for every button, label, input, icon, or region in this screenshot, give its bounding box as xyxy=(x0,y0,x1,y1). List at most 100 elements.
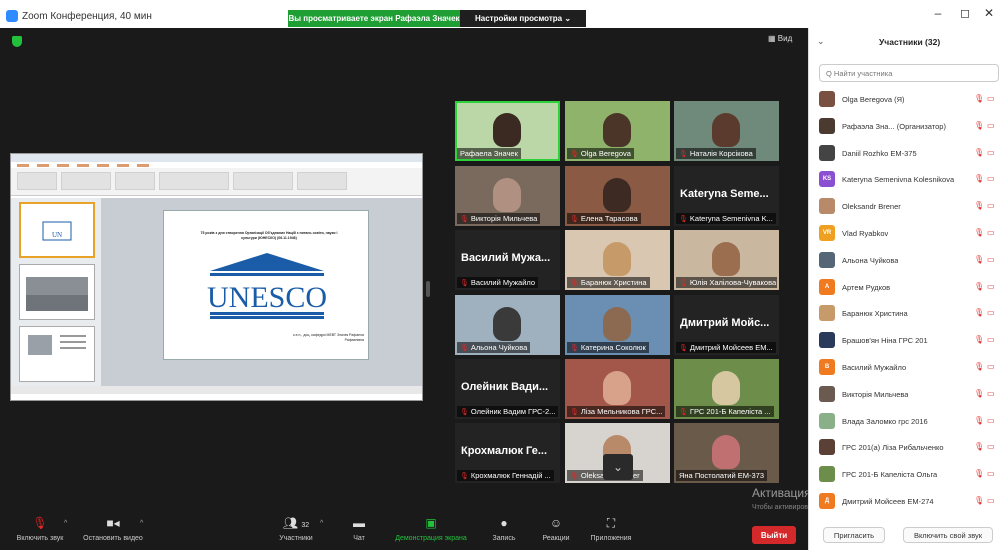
camera-off-icon[interactable]: ▭ xyxy=(987,255,995,264)
camera-off-icon[interactable]: ▭ xyxy=(987,389,995,398)
audio-options-caret-icon[interactable]: ^ xyxy=(64,520,67,527)
video-tile[interactable]: 🎙︎ Olga Beregova xyxy=(565,101,670,161)
participant-row[interactable]: Влада Заломко грс 2016 🎙︎ ▭ xyxy=(809,408,999,435)
participant-row[interactable]: Olga Beregova (Я) 🎙︎ ▭ xyxy=(809,86,999,113)
mic-muted-icon[interactable]: 🎙︎ xyxy=(974,416,984,425)
camera-off-icon[interactable]: ▭ xyxy=(987,469,995,478)
video-tile[interactable]: Олейник Вади... 🎙︎ Олейник Вадим ГРС-2... xyxy=(455,359,560,419)
participant-row[interactable]: Рафаэла Зна... (Организатор) 🎙︎ ▭ xyxy=(809,113,999,140)
collapse-panel-icon[interactable]: ⌄ xyxy=(817,36,825,47)
mic-muted-icon[interactable]: 🎙︎ xyxy=(974,94,984,103)
mic-muted-icon[interactable]: 🎙︎ xyxy=(974,308,984,317)
view-options-button[interactable]: Настройки просмотра ⌄ xyxy=(460,10,586,27)
video-tile[interactable]: 🎙︎ Наталія Корсікова xyxy=(674,101,779,161)
video-tile[interactable]: 🎙︎ Викторія Мильчева xyxy=(455,166,560,226)
video-tile[interactable]: 🎙︎ Катерина Соколюк xyxy=(565,295,670,355)
participant-row[interactable]: Баранюк Христина 🎙︎ ▭ xyxy=(809,300,999,327)
camera-off-icon[interactable]: ▭ xyxy=(987,335,995,344)
participant-video-face xyxy=(493,178,521,212)
participant-row[interactable]: Брашов'ян Ніна ГРС 201 🎙︎ ▭ xyxy=(809,327,999,354)
video-tile[interactable]: 🎙︎ Альона Чуйкова xyxy=(455,295,560,355)
camera-off-icon[interactable]: ▭ xyxy=(987,362,995,371)
camera-off-icon[interactable]: ▭ xyxy=(987,201,995,210)
mic-muted-icon[interactable]: 🎙︎ xyxy=(974,121,984,130)
participant-row[interactable]: A Артем Рудков 🎙︎ ▭ xyxy=(809,274,999,301)
camera-off-icon[interactable]: ▭ xyxy=(987,442,995,451)
video-tile[interactable]: Дмитрий Мойс... 🎙︎ Дмитрий Мойсеев ЕМ... xyxy=(674,295,779,355)
slide-thumbnail[interactable]: UN xyxy=(19,202,95,258)
video-tile[interactable]: 🎙︎ Ліза Мельникова ГРС... xyxy=(565,359,670,419)
camera-off-icon[interactable]: ▭ xyxy=(987,228,995,237)
video-tile[interactable]: Kateryna Seme... 🎙︎ Kateryna Semenivna K..… xyxy=(674,166,779,226)
mic-muted-icon[interactable]: 🎙︎ xyxy=(974,389,984,398)
splitter-handle[interactable] xyxy=(426,281,430,297)
close-icon[interactable]: ✕ xyxy=(979,6,999,20)
camera-off-icon[interactable]: ▭ xyxy=(987,174,995,183)
video-tile[interactable]: Рафаела Значек xyxy=(455,101,560,161)
participants-options-caret-icon[interactable]: ^ xyxy=(320,520,323,527)
maximize-icon[interactable]: ◻ xyxy=(955,6,975,20)
camera-off-icon[interactable]: ▭ xyxy=(987,282,995,291)
chat-button[interactable]: ▬ Чат xyxy=(342,516,376,542)
chevron-down-icon[interactable]: ⌄ xyxy=(603,454,633,480)
invite-button[interactable]: Пригласить xyxy=(823,527,885,543)
participant-row[interactable]: В Василий Мужайло 🎙︎ ▭ xyxy=(809,354,999,381)
camera-off-icon[interactable]: ▭ xyxy=(987,416,995,425)
camera-off-icon[interactable]: ▭ xyxy=(987,121,995,130)
participant-row[interactable]: ГРС 201(а) Ліза Рибальченко 🎙︎ ▭ xyxy=(809,434,999,461)
participant-row[interactable]: KS Kateryna Semenivna Kolesnikova 🎙︎ ▭ xyxy=(809,166,999,193)
participant-name: Daniil Rozhko ЕМ-375 xyxy=(842,148,917,158)
mic-muted-icon[interactable]: 🎙︎ xyxy=(974,442,984,451)
participant-row[interactable]: Oleksandr Brener 🎙︎ ▭ xyxy=(809,193,999,220)
video-tile[interactable]: 🎙︎ Юлія Халілова-Чувакова xyxy=(674,230,779,290)
mic-muted-icon[interactable]: 🎙︎ xyxy=(974,201,984,210)
mic-muted-icon[interactable]: 🎙︎ xyxy=(974,255,984,264)
mic-muted-icon[interactable]: 🎙︎ xyxy=(974,496,984,505)
tile-display-name: Kateryna Seme... xyxy=(680,188,769,200)
participants-button[interactable]: 👥︎ 32 Участники xyxy=(268,516,324,542)
stop-video-button[interactable]: ■◂ Остановить видео xyxy=(78,516,148,542)
mic-muted-icon[interactable]: 🎙︎ xyxy=(974,174,984,183)
mic-muted-icon[interactable]: 🎙︎ xyxy=(974,469,984,478)
participant-row[interactable]: Д Дмитрий Мойсеев ЕМ-274 🎙︎ ▭ xyxy=(809,488,999,515)
record-button[interactable]: ● Запись xyxy=(484,516,524,542)
camera-off-icon[interactable]: ▭ xyxy=(987,94,995,103)
camera-off-icon[interactable]: ▭ xyxy=(987,496,995,505)
mic-muted-icon[interactable]: 🎙︎ xyxy=(974,282,984,291)
video-tile[interactable]: 🎙︎ Баранюк Христина xyxy=(565,230,670,290)
camera-off-icon[interactable]: ▭ xyxy=(987,308,995,317)
slide-thumbnail[interactable] xyxy=(19,264,95,320)
security-shield-icon[interactable] xyxy=(12,36,22,47)
share-screen-button[interactable]: ▣ Демонстрация экрана xyxy=(386,516,476,542)
participant-row[interactable]: Викторія Мильчева 🎙︎ ▭ xyxy=(809,381,999,408)
tile-name-label: 🎙︎ Викторія Мильчева xyxy=(457,213,541,224)
reactions-button[interactable]: ☺ Реакции xyxy=(536,516,576,542)
minimize-icon[interactable]: – xyxy=(928,6,948,20)
participant-row[interactable]: Альона Чуйкова 🎙︎ ▭ xyxy=(809,247,999,274)
video-tile[interactable]: Василий Мужа... 🎙︎ Василий Мужайло xyxy=(455,230,560,290)
svg-text:UN: UN xyxy=(52,231,62,239)
participant-row[interactable]: VR Vlad Ryabkov 🎙︎ ▭ xyxy=(809,220,999,247)
view-button[interactable]: ▦ Вид xyxy=(768,34,792,43)
participant-row[interactable]: Daniil Rozhko ЕМ-375 🎙︎ ▭ xyxy=(809,140,999,167)
mic-muted-icon: 🎙︎ xyxy=(570,150,579,158)
participants-icon: 👥︎ 32 xyxy=(282,516,310,530)
slide-thumbnail[interactable] xyxy=(19,326,95,382)
unmute-self-button[interactable]: Включить свой звук xyxy=(903,527,993,543)
camera-off-icon[interactable]: ▭ xyxy=(987,148,995,157)
participant-row[interactable]: ГРС 201-Б Капеліста Ольга 🎙︎ ▭ xyxy=(809,461,999,488)
participant-search-input[interactable]: Q Найти участника xyxy=(819,64,999,82)
avatar xyxy=(819,466,835,483)
video-tile[interactable]: 🎙︎ ГРС 201-Б Капеліста ... xyxy=(674,359,779,419)
video-tile[interactable]: 🎙︎ Елена Тарасова xyxy=(565,166,670,226)
mic-muted-icon[interactable]: 🎙︎ xyxy=(974,228,984,237)
video-tile[interactable]: Крохмалюк Ге... 🎙︎ Крохмалюк Геннадій ... xyxy=(455,423,560,483)
mic-muted-icon[interactable]: 🎙︎ xyxy=(974,335,984,344)
video-tile[interactable]: Яна Постолатий ЕМ-373 xyxy=(674,423,779,483)
unmute-button[interactable]: 🎙︎ Включить звук xyxy=(10,516,70,542)
leave-button[interactable]: Выйти xyxy=(752,526,796,544)
mic-muted-icon[interactable]: 🎙︎ xyxy=(974,362,984,371)
apps-button[interactable]: ⛶ Приложения xyxy=(584,516,638,542)
mic-muted-icon[interactable]: 🎙︎ xyxy=(974,148,984,157)
video-options-caret-icon[interactable]: ^ xyxy=(140,520,143,527)
